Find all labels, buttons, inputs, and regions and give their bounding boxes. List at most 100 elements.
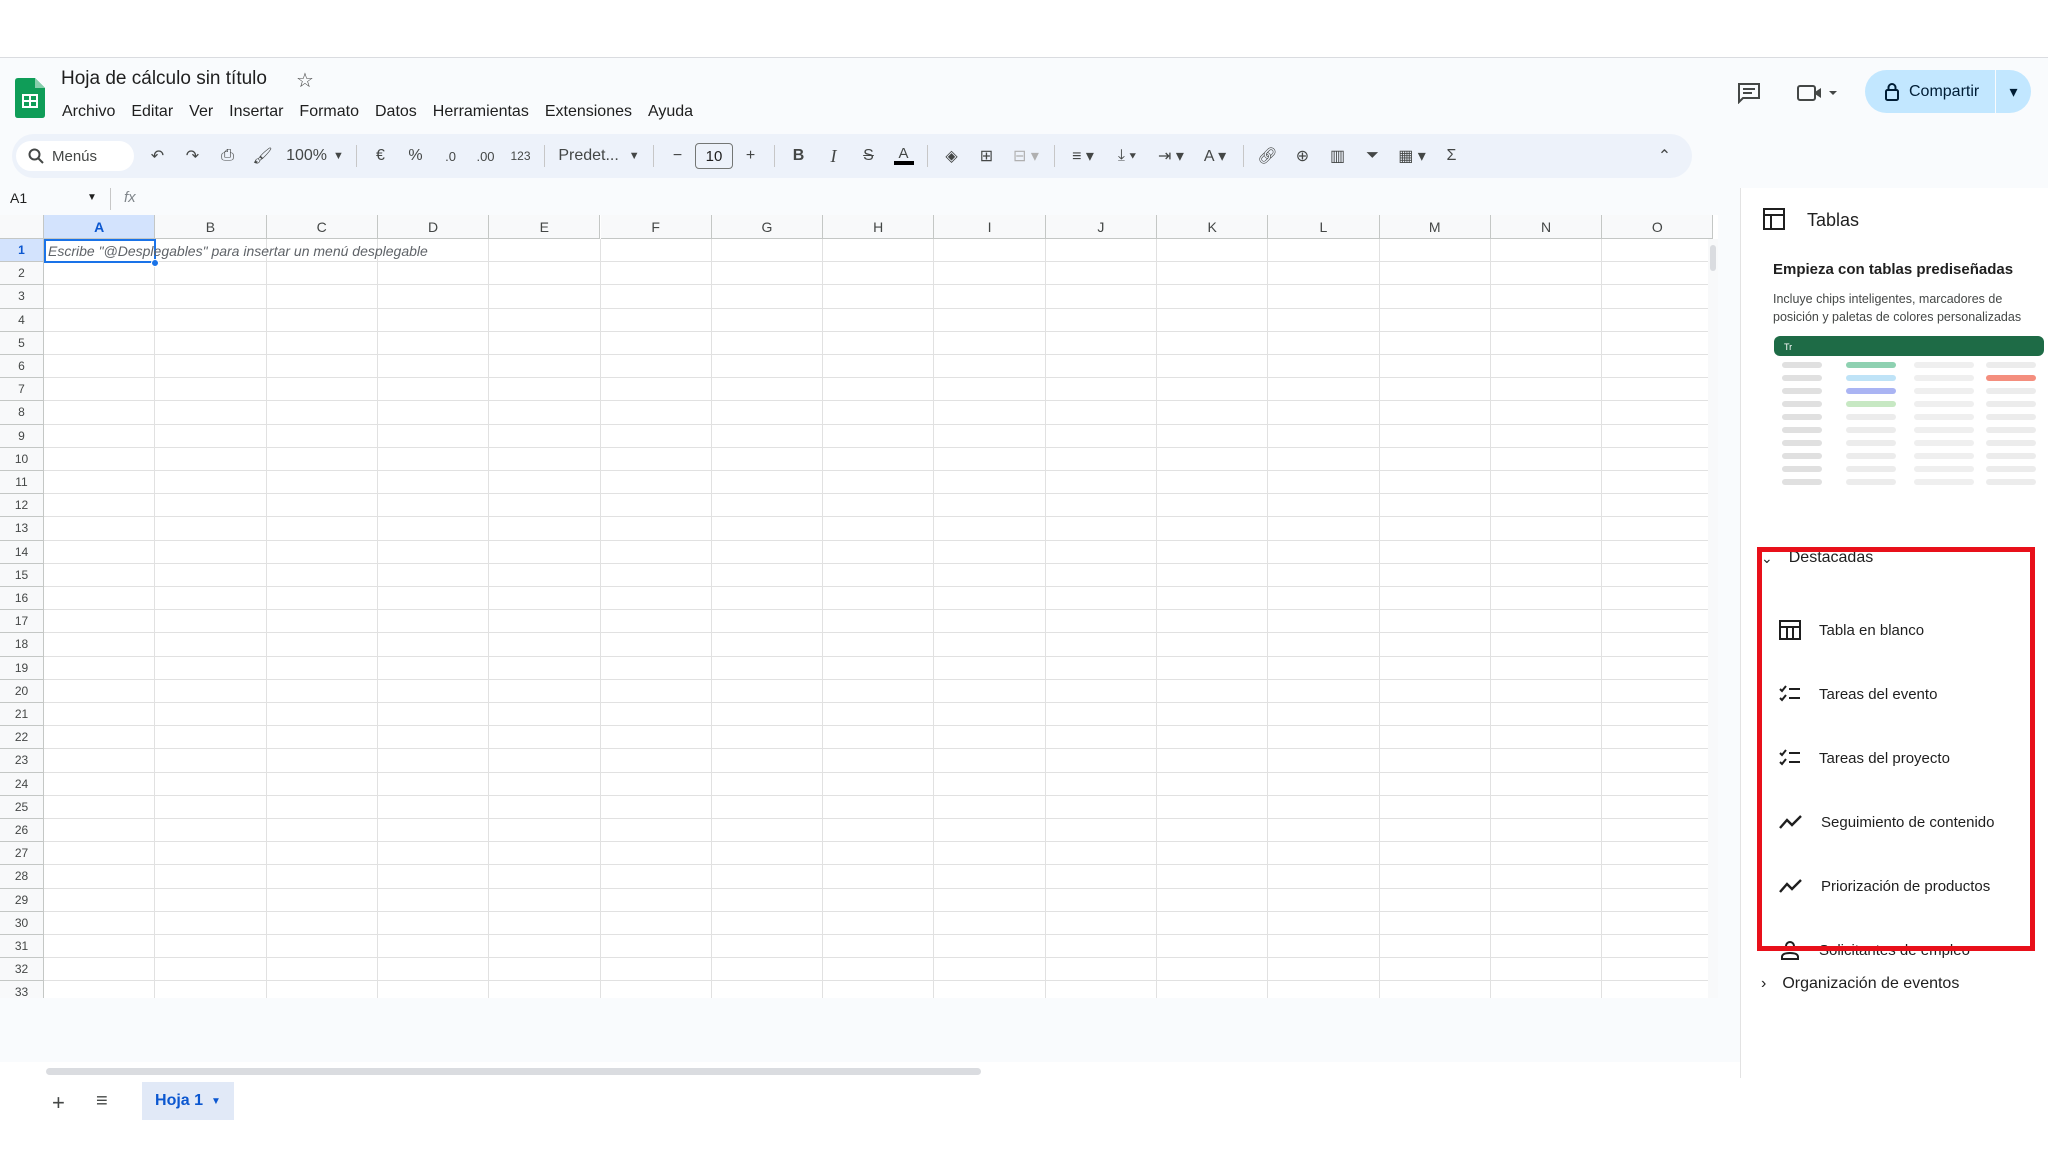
menu-extensiones[interactable]: Extensiones bbox=[537, 98, 640, 126]
meet-video-icon[interactable] bbox=[1797, 83, 1839, 103]
row-header[interactable]: 29 bbox=[0, 888, 44, 912]
sheets-logo-icon[interactable] bbox=[15, 78, 45, 118]
insert-chart-icon[interactable]: ▥ bbox=[1320, 141, 1355, 171]
column-header[interactable]: H bbox=[823, 215, 935, 239]
decrease-decimals-button[interactable]: .0 bbox=[433, 141, 468, 171]
undo-icon[interactable]: ↶ bbox=[140, 141, 175, 171]
row-header[interactable]: 10 bbox=[0, 447, 44, 471]
row-header[interactable]: 19 bbox=[0, 656, 44, 680]
column-header[interactable]: A bbox=[44, 215, 156, 239]
row-header[interactable]: 2 bbox=[0, 262, 44, 286]
row-header[interactable]: 31 bbox=[0, 935, 44, 959]
paint-format-icon[interactable]: 🖌︎ bbox=[245, 141, 280, 171]
increase-font-size-button[interactable]: + bbox=[733, 141, 768, 171]
row-header[interactable]: 9 bbox=[0, 424, 44, 448]
italic-button[interactable]: I bbox=[816, 141, 851, 171]
row-header[interactable]: 8 bbox=[0, 401, 44, 425]
row-header[interactable]: 33 bbox=[0, 981, 44, 998]
bold-button[interactable]: B bbox=[781, 141, 816, 171]
share-button[interactable]: Compartir ▾ bbox=[1865, 70, 2031, 113]
column-header[interactable]: C bbox=[266, 215, 378, 239]
percent-format-button[interactable]: % bbox=[398, 141, 433, 171]
all-sheets-icon[interactable]: ≡ bbox=[96, 1090, 108, 1113]
filter-views-icon[interactable]: ▦ ▾ bbox=[1390, 141, 1434, 171]
menu-archivo[interactable]: Archivo bbox=[54, 98, 123, 126]
comments-icon[interactable] bbox=[1737, 82, 1761, 104]
column-header[interactable]: O bbox=[1602, 215, 1714, 239]
row-header[interactable]: 1 bbox=[0, 239, 44, 263]
menu-search[interactable]: Menús bbox=[16, 141, 134, 171]
share-dropdown-icon[interactable]: ▾ bbox=[1995, 70, 2031, 113]
column-header[interactable]: M bbox=[1379, 215, 1491, 239]
row-header[interactable]: 17 bbox=[0, 610, 44, 634]
insert-comment-icon[interactable]: ⊕ bbox=[1285, 141, 1320, 171]
row-header[interactable]: 24 bbox=[0, 772, 44, 796]
row-header[interactable]: 22 bbox=[0, 726, 44, 750]
table-template-preview[interactable]: Tr bbox=[1774, 336, 2044, 494]
row-header[interactable]: 5 bbox=[0, 331, 44, 355]
row-header[interactable]: 3 bbox=[0, 285, 44, 309]
row-header[interactable]: 15 bbox=[0, 563, 44, 587]
row-header[interactable]: 30 bbox=[0, 911, 44, 935]
column-header[interactable]: G bbox=[711, 215, 824, 239]
row-header[interactable]: 23 bbox=[0, 749, 44, 773]
print-icon[interactable]: ⎙ bbox=[210, 141, 245, 171]
text-color-icon[interactable]: A bbox=[886, 141, 921, 171]
filter-icon[interactable]: ⏷ bbox=[1355, 141, 1390, 171]
column-header[interactable]: L bbox=[1268, 215, 1380, 239]
increase-decimals-button[interactable]: .00 bbox=[468, 141, 503, 171]
zoom-select[interactable]: 100% ▼ bbox=[280, 141, 350, 171]
row-header[interactable]: 25 bbox=[0, 795, 44, 819]
text-wrapping-icon[interactable]: ⇥ ▾ bbox=[1149, 141, 1193, 171]
row-header[interactable]: 13 bbox=[0, 517, 44, 541]
borders-icon[interactable]: ⊞ bbox=[969, 141, 1004, 171]
event-organization-section-toggle[interactable]: › Organización de eventos bbox=[1761, 975, 1959, 993]
add-sheet-icon[interactable]: + bbox=[52, 1090, 65, 1116]
row-header[interactable]: 18 bbox=[0, 633, 44, 657]
row-header[interactable]: 21 bbox=[0, 703, 44, 727]
vertical-align-icon[interactable]: ⤓ ▾ bbox=[1105, 141, 1149, 171]
font-size-input[interactable]: 10 bbox=[695, 143, 733, 169]
currency-format-button[interactable]: € bbox=[363, 141, 398, 171]
column-header[interactable]: B bbox=[155, 215, 267, 239]
text-rotation-icon[interactable]: A ▾ bbox=[1193, 141, 1237, 171]
select-all-corner[interactable] bbox=[0, 215, 44, 239]
row-header[interactable]: 12 bbox=[0, 494, 44, 518]
menu-editar[interactable]: Editar bbox=[123, 98, 181, 126]
more-formats-button[interactable]: 123 bbox=[503, 141, 538, 171]
row-header[interactable]: 4 bbox=[0, 308, 44, 332]
fill-color-icon[interactable]: ◈ bbox=[934, 141, 969, 171]
spreadsheet-grid[interactable]: A B C D E F G H I J K L M N O 1 2 3 4 5 6 7 8 9 10 11 12 13 14 15 16 17… bbox=[0, 215, 1718, 998]
menu-insertar[interactable]: Insertar bbox=[221, 98, 291, 126]
menu-ayuda[interactable]: Ayuda bbox=[640, 98, 701, 126]
horizontal-align-icon[interactable]: ≡ ▾ bbox=[1061, 141, 1105, 171]
column-header[interactable]: N bbox=[1490, 215, 1603, 239]
column-header[interactable]: E bbox=[489, 215, 601, 239]
row-header[interactable]: 27 bbox=[0, 842, 44, 866]
sheet-tab[interactable]: Hoja 1 ▼ bbox=[142, 1082, 234, 1120]
column-header[interactable]: K bbox=[1157, 215, 1269, 239]
row-header[interactable]: 16 bbox=[0, 587, 44, 611]
functions-button[interactable]: Σ bbox=[1434, 141, 1469, 171]
menu-herramientas[interactable]: Herramientas bbox=[425, 98, 537, 126]
fill-handle[interactable] bbox=[151, 259, 159, 267]
strikethrough-icon[interactable]: S bbox=[851, 141, 886, 171]
row-header[interactable]: 11 bbox=[0, 471, 44, 495]
collapse-toolbar-icon[interactable]: ⌃ bbox=[1647, 141, 1682, 171]
menu-datos[interactable]: Datos bbox=[367, 98, 425, 126]
insert-link-icon[interactable]: 🔗︎ bbox=[1250, 141, 1285, 171]
row-header[interactable]: 20 bbox=[0, 679, 44, 703]
column-header[interactable]: F bbox=[600, 215, 712, 239]
decrease-font-size-button[interactable]: − bbox=[660, 141, 695, 171]
menu-formato[interactable]: Formato bbox=[291, 98, 367, 126]
merge-cells-icon[interactable]: ⊟ ▾ bbox=[1004, 141, 1048, 171]
horizontal-scroll-thumb[interactable] bbox=[46, 1068, 981, 1075]
row-header[interactable]: 32 bbox=[0, 958, 44, 982]
redo-icon[interactable]: ↷ bbox=[175, 141, 210, 171]
vertical-scrollbar[interactable] bbox=[1708, 239, 1718, 998]
row-header[interactable]: 26 bbox=[0, 819, 44, 843]
star-icon[interactable]: ☆ bbox=[296, 68, 314, 93]
vertical-scroll-thumb[interactable] bbox=[1710, 245, 1716, 271]
column-header[interactable]: J bbox=[1045, 215, 1157, 239]
row-header[interactable]: 14 bbox=[0, 540, 44, 564]
